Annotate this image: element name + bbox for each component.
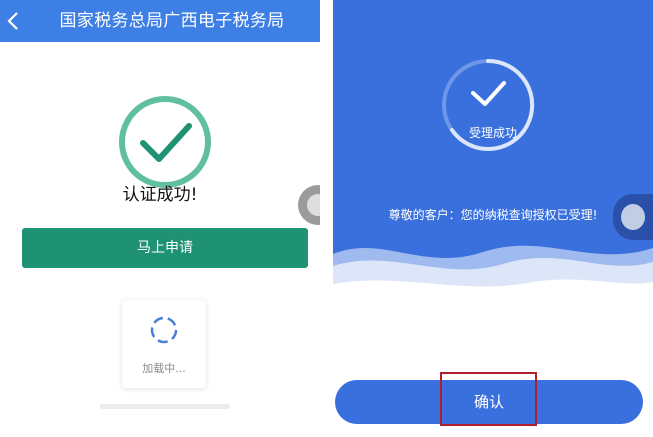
authorization-message: 尊敬的客户：您的纳税查询授权已受理! [388, 208, 598, 222]
floating-dot-icon-right [621, 204, 645, 230]
wave-decoration [333, 245, 653, 312]
apply-now-button[interactable]: 马上申请 [22, 228, 308, 268]
status-label: 受理成功 [468, 126, 517, 140]
check-icon [471, 81, 506, 106]
loading-text: 加载中... [142, 362, 186, 375]
separator [320, 0, 333, 437]
chevron-left-icon[interactable] [6, 10, 20, 32]
loading-toast: 加载中... [122, 300, 206, 388]
page-title: 国家税务总局广西电子税务局 [59, 11, 285, 31]
check-circle-icon [119, 96, 211, 188]
floating-assistive-button-right[interactable] [613, 194, 653, 240]
divider [100, 404, 230, 409]
success-ring [442, 58, 535, 151]
loading-spinner-icon [150, 316, 178, 344]
right-screen: 受理成功 尊敬的客户：您的纳税查询授权已受理! 确认 [333, 0, 653, 437]
success-message: 认证成功! [122, 185, 198, 205]
left-screen: 国家税务总局广西电子税务局 认证成功! 马上申请 加载中... [0, 0, 320, 437]
header-bar: 国家税务总局广西电子税务局 [0, 0, 320, 42]
confirm-button[interactable]: 确认 [335, 380, 643, 424]
